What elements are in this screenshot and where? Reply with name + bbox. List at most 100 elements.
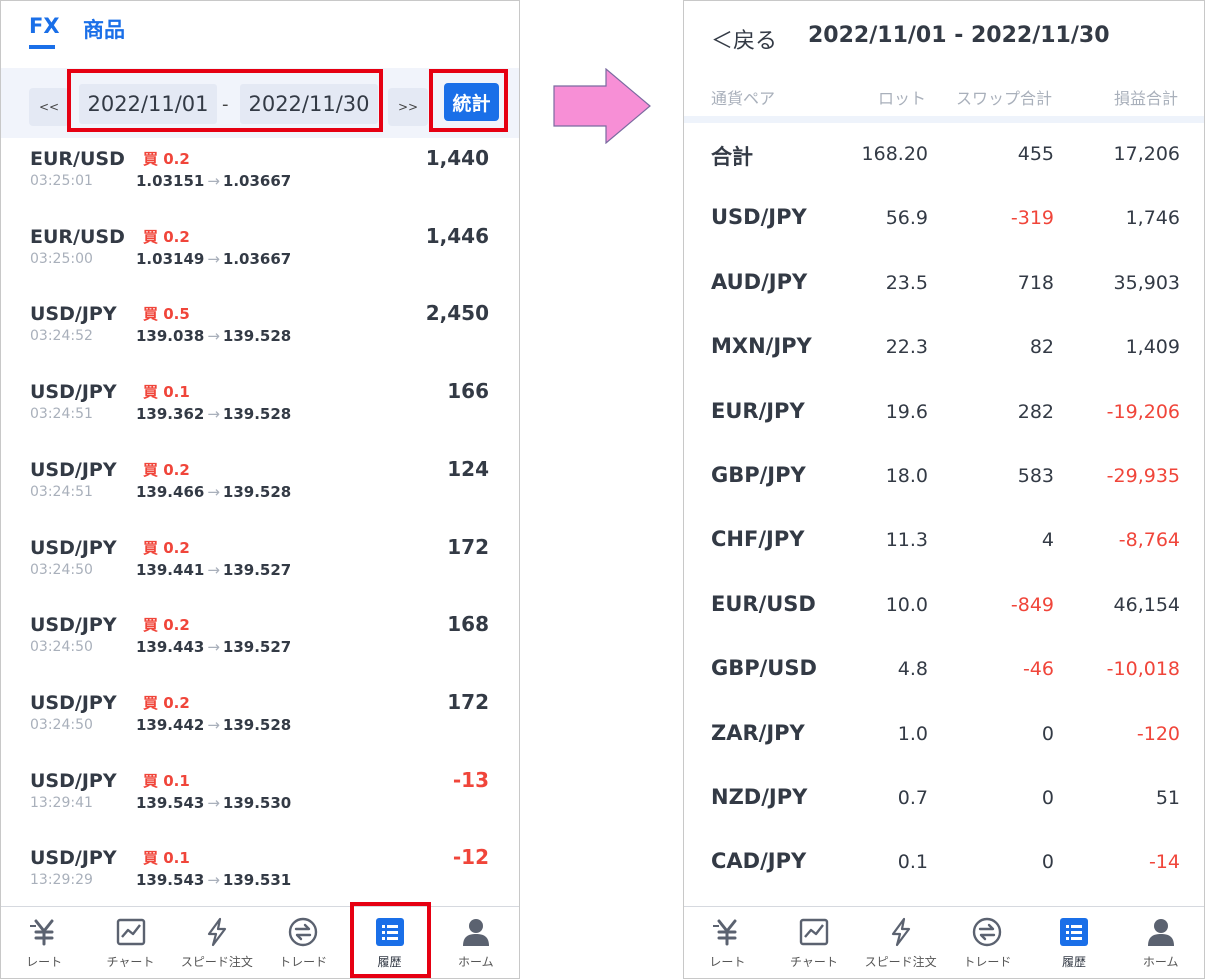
trade-row[interactable]: USD/JPY 03:24:51 買 0.1 139.362 → 139.528 166 [1, 379, 519, 459]
stats-row: CHF/JPY 11.3 4 -8,764 [684, 527, 1204, 591]
trade-row[interactable]: EUR/USD 03:25:00 買 0.2 1.03149 → 1.03667 1,446 [1, 224, 519, 304]
stats-swap: -46 [1022, 658, 1054, 681]
trade-time: 03:24:50 [30, 561, 93, 578]
trade-pl: 172 [447, 534, 489, 559]
tab-commodity[interactable]: 商品 [83, 14, 125, 44]
trade-row[interactable]: USD/JPY 03:24:50 買 0.2 139.443 → 139.527 168 [1, 612, 519, 692]
trade-side-lot: 買 0.2 [143, 227, 190, 246]
stats-lot: 22.3 [885, 336, 928, 359]
trade-row[interactable]: USD/JPY 03:24:50 買 0.2 139.442 → 139.528 172 [1, 689, 519, 770]
close-price: 139.528 [222, 482, 292, 501]
tab-chart[interactable]: チャート [771, 907, 857, 978]
tab-label: レート [709, 955, 746, 969]
close-price: 1.03667 [222, 172, 292, 190]
trade-side-lot: 買 0.2 [143, 538, 190, 557]
stats-pl: -19,206 [1106, 400, 1180, 423]
history-panel: FX 商品 << 2022/11/01 - 2022/11/30 >> 統計 E… [0, 0, 520, 979]
arrow-right-icon: → [207, 327, 220, 346]
trade-time: 13:29:41 [30, 794, 93, 811]
trade-pl: 124 [447, 456, 489, 481]
tab-history-list[interactable]: 履歴 [347, 907, 433, 978]
trade-prices: 139.442 → 139.528 [136, 716, 291, 734]
trade-row[interactable]: USD/JPY 03:24:50 買 0.2 139.441 → 139.527 172 [1, 534, 519, 615]
trade-row[interactable]: USD/JPY 03:24:51 買 0.2 139.466 → 139.528 124 [1, 456, 519, 537]
tab-chart[interactable]: チャート [88, 907, 174, 978]
arrow-right-icon: → [207, 638, 220, 657]
stats-lot: 23.5 [885, 271, 928, 294]
stats-lot: 1.0 [897, 722, 928, 745]
tab-lightning[interactable]: スピード注文 [174, 907, 260, 978]
trade-row[interactable]: USD/JPY 13:29:41 買 0.1 139.543 → 139.530 -13 [1, 768, 519, 848]
stats-pl: -10,018 [1106, 658, 1180, 681]
trade-side-lot: 買 0.5 [143, 305, 190, 324]
next-period-button[interactable]: >> [388, 88, 428, 126]
close-price: 139.527 [222, 560, 292, 579]
arrow-right-icon: → [207, 172, 220, 190]
tab-person[interactable]: ホーム [1118, 907, 1204, 978]
stats-pl: 35,903 [1113, 271, 1180, 294]
open-price: 139.466 [136, 482, 205, 501]
stats-swap: 4 [1041, 529, 1054, 552]
tab-label: トレード [963, 955, 1012, 969]
header-swap: スワップ合計 [955, 89, 1052, 108]
stats-pair: GBP/USD [711, 656, 817, 681]
trade-pl: 2,450 [425, 301, 489, 326]
header-divider [684, 116, 1204, 123]
close-price: 139.530 [222, 793, 292, 812]
trade-time: 03:24:52 [30, 328, 93, 345]
stats-pl: 51 [1155, 787, 1180, 809]
date-separator: - [222, 94, 229, 115]
tab-person[interactable]: ホーム [433, 907, 519, 978]
prev-period-button[interactable]: << [29, 88, 69, 126]
trade-pl: 172 [447, 689, 489, 714]
stats-lot: 18.0 [885, 465, 928, 487]
stats-lot: 11.3 [885, 529, 928, 552]
back-button[interactable]: ＜戻る [711, 23, 777, 55]
tab-label: スピード注文 [864, 955, 937, 969]
stats-button[interactable]: 統計 [444, 83, 499, 121]
stats-row: AUD/JPY 23.5 718 35,903 [684, 270, 1204, 334]
trade-pl: 1,440 [425, 146, 489, 170]
tab-yen[interactable]: レート [684, 907, 770, 978]
exchange-icon [971, 917, 1003, 947]
stats-pair: 合計 [711, 145, 753, 169]
trade-pl: 166 [447, 379, 489, 404]
tab-exchange[interactable]: トレード [944, 907, 1030, 978]
trade-row[interactable]: EUR/USD 03:25:01 買 0.2 1.03151 → 1.03667 1,440 [1, 146, 519, 226]
tab-label: トレード [279, 955, 328, 969]
open-price: 139.443 [136, 638, 205, 657]
tab-label: ホーム [458, 955, 494, 969]
bottom-tab-bar: レート チャート スピード注文 トレード 履歴 ホーム [684, 906, 1204, 978]
stats-total-row: 合計 168.20 455 17,206 [684, 141, 1204, 205]
transition-arrow-icon [553, 68, 651, 144]
trade-row[interactable]: USD/JPY 03:24:52 買 0.5 139.038 → 139.528 2,450 [1, 301, 519, 381]
stats-row: MXN/JPY 22.3 82 1,409 [684, 334, 1204, 398]
close-price: 139.528 [222, 405, 292, 424]
start-date-field[interactable]: 2022/11/01 [79, 84, 217, 124]
trade-pair: USD/JPY [30, 847, 117, 870]
tab-yen[interactable]: レート [1, 907, 87, 978]
tab-label: ホーム [1142, 955, 1179, 969]
stats-lot: 0.7 [897, 787, 928, 809]
tab-label: チャート [790, 955, 838, 969]
tab-exchange[interactable]: トレード [260, 907, 346, 978]
open-price: 1.03151 [136, 172, 205, 190]
arrow-right-icon: → [207, 793, 220, 812]
trade-pl: -12 [452, 845, 489, 870]
header-pl: 損益合計 [1113, 89, 1178, 108]
tab-history-list[interactable]: 履歴 [1031, 907, 1117, 978]
stats-swap: 718 [1017, 271, 1054, 294]
tab-lightning[interactable]: スピード注文 [858, 907, 944, 978]
stats-pair: EUR/JPY [711, 398, 805, 423]
trade-prices: 139.466 → 139.528 [136, 483, 291, 501]
end-date-field[interactable]: 2022/11/30 [240, 84, 378, 124]
tab-fx[interactable]: FX [29, 14, 60, 38]
stats-panel: ＜戻る 2022/11/01 - 2022/11/30 通貨ペア ロット スワッ… [683, 0, 1205, 979]
stats-pair: MXN/JPY [711, 334, 812, 359]
yen-icon [28, 917, 60, 947]
stats-pair: EUR/USD [711, 591, 816, 616]
arrow-right-icon: → [207, 482, 220, 501]
trade-pair: USD/JPY [30, 381, 117, 404]
trade-prices: 139.543 → 139.530 [136, 794, 291, 812]
trade-prices: 1.03149 → 1.03667 [136, 250, 291, 268]
